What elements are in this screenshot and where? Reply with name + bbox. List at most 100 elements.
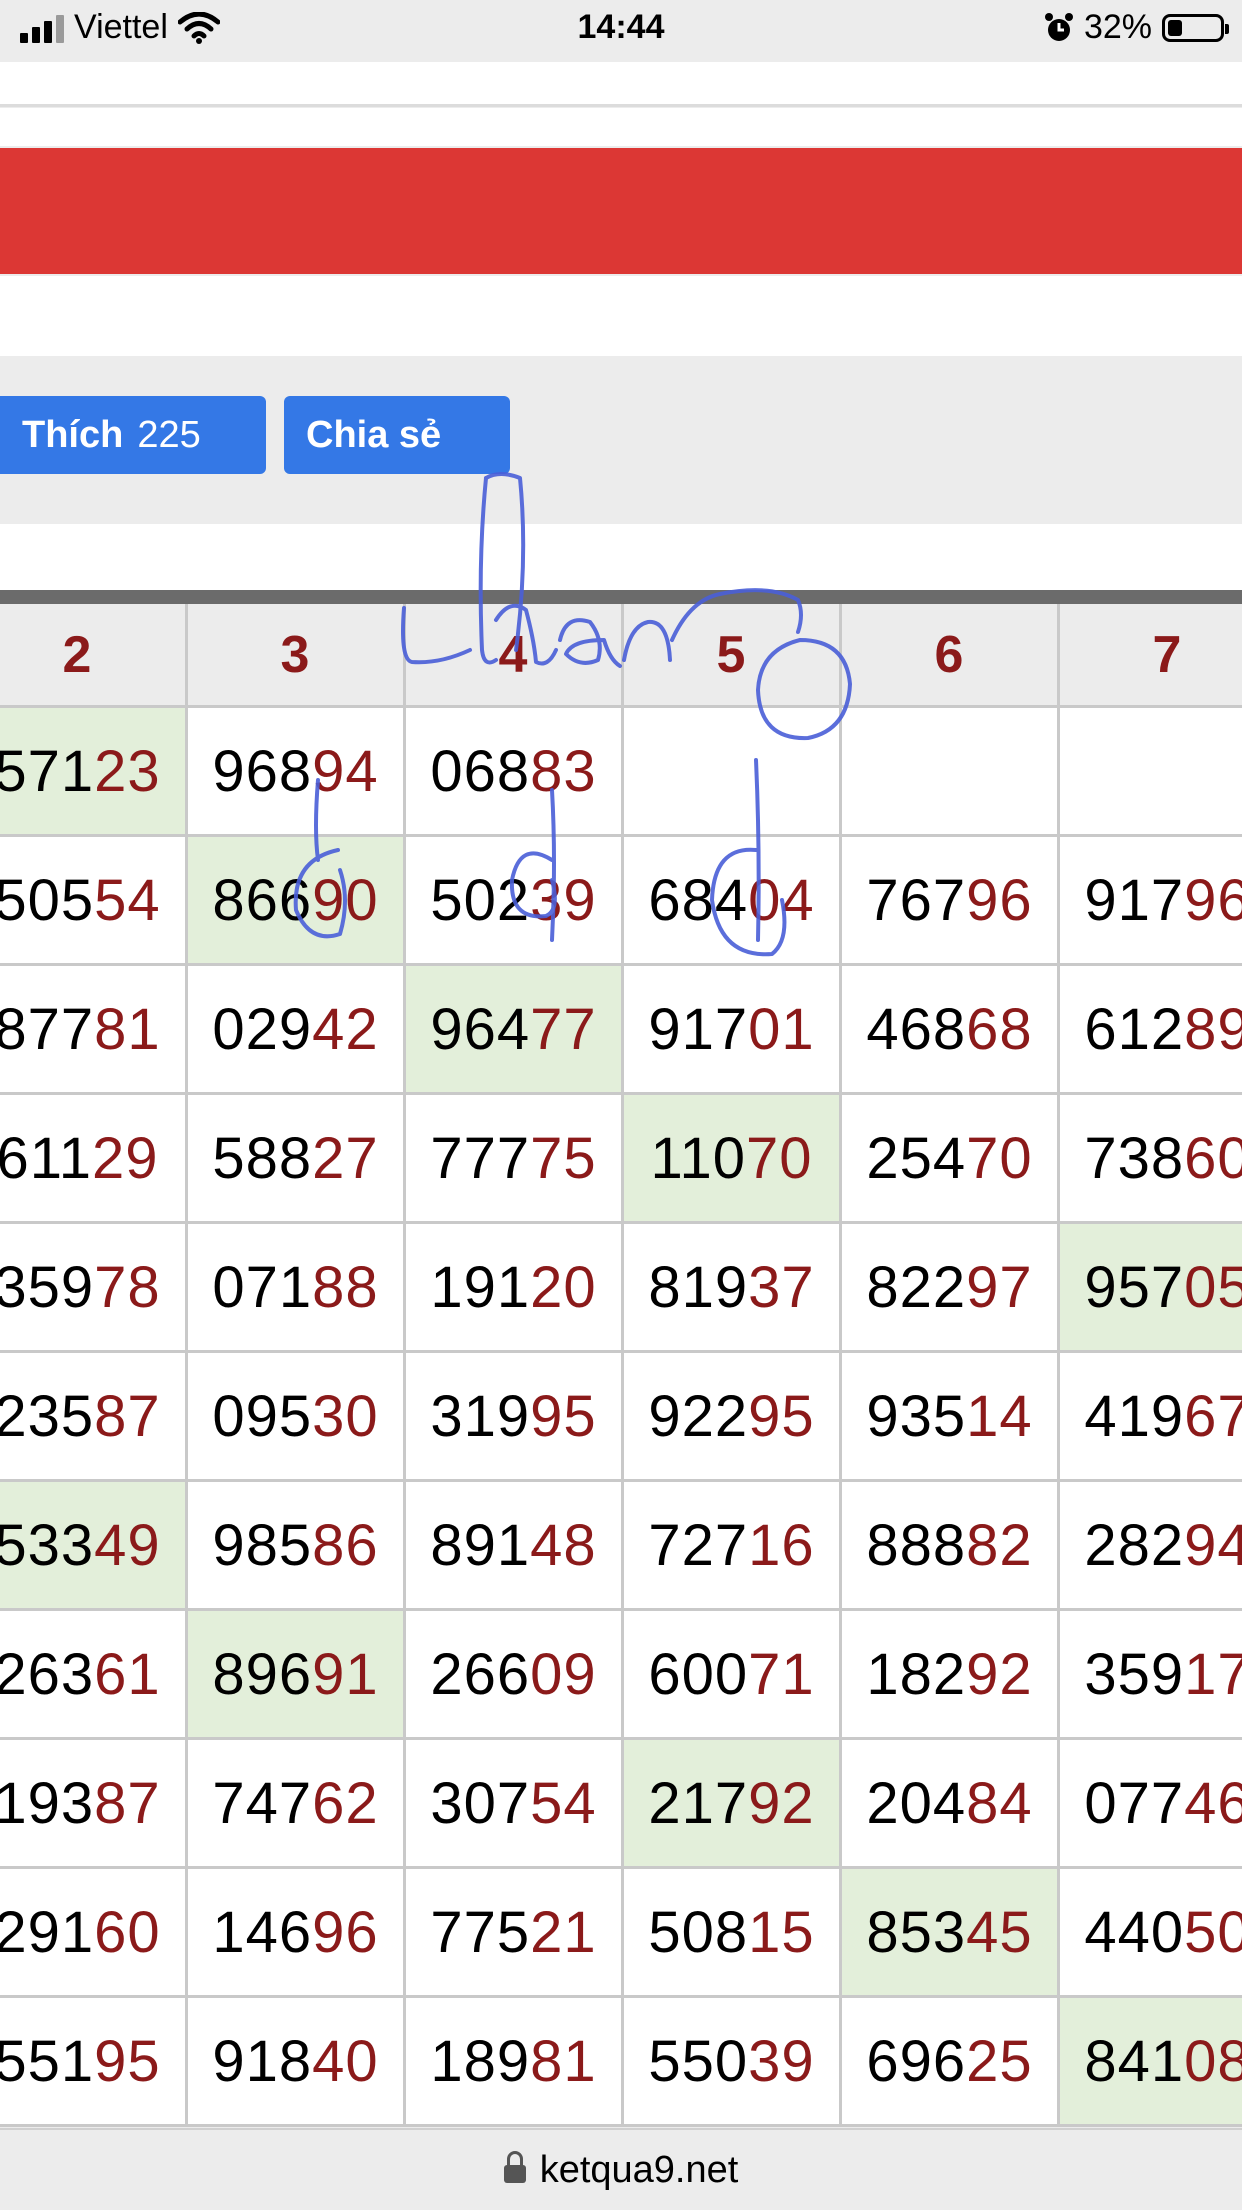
result-cell: 727 16 bbox=[624, 1482, 842, 1611]
like-count: 225 bbox=[137, 413, 201, 456]
result-cell bbox=[624, 708, 842, 837]
number-head: 266 bbox=[430, 1641, 531, 1707]
result-cell: 877 81 bbox=[0, 966, 188, 1095]
column-header: 3 bbox=[188, 604, 406, 708]
column-header: 6 bbox=[842, 604, 1060, 708]
number-head: 684 bbox=[648, 867, 749, 933]
number-head: 533 bbox=[0, 1512, 95, 1578]
number-tail: 27 bbox=[312, 1125, 379, 1191]
url-bar[interactable]: ketqua9.net bbox=[0, 2128, 1242, 2210]
result-cell: 957 05 bbox=[1060, 1224, 1242, 1353]
result-cell: 182 92 bbox=[842, 1611, 1060, 1740]
like-label: Thích bbox=[22, 413, 124, 456]
result-cell: 747 62 bbox=[188, 1740, 406, 1869]
number-tail: 09 bbox=[530, 1641, 597, 1707]
number-tail: 96 bbox=[966, 867, 1033, 933]
number-head: 550 bbox=[648, 2028, 749, 2094]
number-tail: 95 bbox=[94, 2028, 161, 2094]
number-head: 957 bbox=[1084, 1254, 1185, 1320]
number-tail: 87 bbox=[94, 1383, 161, 1449]
result-cell: 235 87 bbox=[0, 1353, 188, 1482]
number-tail: 81 bbox=[530, 2028, 597, 2094]
red-banner bbox=[0, 148, 1242, 274]
result-cell: 359 17 bbox=[1060, 1611, 1242, 1740]
number-head: 182 bbox=[866, 1641, 967, 1707]
result-cell: 191 20 bbox=[406, 1224, 624, 1353]
number-head: 612 bbox=[1084, 996, 1185, 1062]
result-cell: 775 21 bbox=[406, 1869, 624, 1998]
column-header: 5 bbox=[624, 604, 842, 708]
result-cell: 071 88 bbox=[188, 1224, 406, 1353]
result-cell: 319 95 bbox=[406, 1353, 624, 1482]
like-button[interactable]: Thích 225 bbox=[0, 396, 266, 474]
number-head: 866 bbox=[212, 867, 313, 933]
number-tail: 39 bbox=[530, 867, 597, 933]
number-tail: 81 bbox=[94, 996, 161, 1062]
number-head: 505 bbox=[0, 867, 95, 933]
number-tail: 48 bbox=[530, 1512, 597, 1578]
number-tail: 08 bbox=[1184, 2028, 1242, 2094]
number-head: 918 bbox=[212, 2028, 313, 2094]
result-cell: 095 30 bbox=[188, 1353, 406, 1482]
result-cell: 550 39 bbox=[624, 1998, 842, 2127]
number-tail: 70 bbox=[966, 1125, 1033, 1191]
number-tail: 68 bbox=[966, 996, 1033, 1062]
result-cell: 822 97 bbox=[842, 1224, 1060, 1353]
number-head: 600 bbox=[648, 1641, 749, 1707]
number-head: 775 bbox=[430, 1899, 531, 1965]
number-head: 571 bbox=[0, 738, 95, 804]
result-cell: 767 96 bbox=[842, 837, 1060, 966]
result-cell: 419 67 bbox=[1060, 1353, 1242, 1482]
number-head: 235 bbox=[0, 1383, 95, 1449]
number-tail: 82 bbox=[966, 1512, 1033, 1578]
number-head: 822 bbox=[866, 1254, 967, 1320]
result-cell: 505 54 bbox=[0, 837, 188, 966]
number-head: 095 bbox=[212, 1383, 313, 1449]
result-cell: 917 96 bbox=[1060, 837, 1242, 966]
number-head: 468 bbox=[866, 996, 967, 1062]
number-head: 888 bbox=[866, 1512, 967, 1578]
result-cell: 533 49 bbox=[0, 1482, 188, 1611]
result-cell: 282 94 bbox=[1060, 1482, 1242, 1611]
page-header-strip bbox=[0, 62, 1242, 107]
table-top-spacer bbox=[0, 524, 1242, 590]
number-head: 588 bbox=[212, 1125, 313, 1191]
number-head: 922 bbox=[648, 1383, 749, 1449]
number-tail: 61 bbox=[94, 1641, 161, 1707]
result-cell: 508 15 bbox=[624, 1869, 842, 1998]
result-cell bbox=[842, 708, 1060, 837]
number-tail: 15 bbox=[748, 1899, 815, 1965]
number-tail: 50 bbox=[1184, 1899, 1242, 1965]
number-tail: 77 bbox=[530, 996, 597, 1062]
result-cell: 551 95 bbox=[0, 1998, 188, 2127]
result-cell: 217 92 bbox=[624, 1740, 842, 1869]
result-cell: 204 84 bbox=[842, 1740, 1060, 1869]
number-head: 841 bbox=[1084, 2028, 1185, 2094]
result-cell: 917 01 bbox=[624, 966, 842, 1095]
number-head: 359 bbox=[1084, 1641, 1185, 1707]
status-bar: Viettel 14:44 32% bbox=[0, 0, 1242, 60]
number-head: 502 bbox=[430, 867, 531, 933]
number-head: 068 bbox=[430, 738, 531, 804]
result-cell: 612 89 bbox=[1060, 966, 1242, 1095]
battery-percent: 32% bbox=[1083, 8, 1152, 46]
result-cell: 841 08 bbox=[1060, 1998, 1242, 2127]
result-cell: 777 75 bbox=[406, 1095, 624, 1224]
column-header: 2 bbox=[0, 604, 188, 708]
number-tail: 14 bbox=[966, 1383, 1033, 1449]
result-cell: 502 39 bbox=[406, 837, 624, 966]
number-tail: 60 bbox=[1184, 1125, 1242, 1191]
column-header: 7 bbox=[1060, 604, 1242, 708]
result-cell: 819 37 bbox=[624, 1224, 842, 1353]
number-head: 891 bbox=[430, 1512, 531, 1578]
number-tail: 87 bbox=[94, 1770, 161, 1836]
table-top-border bbox=[0, 590, 1242, 604]
result-cell: 935 14 bbox=[842, 1353, 1060, 1482]
number-tail: 95 bbox=[530, 1383, 597, 1449]
number-head: 853 bbox=[866, 1899, 967, 1965]
share-button[interactable]: Chia sẻ bbox=[284, 396, 510, 474]
number-tail: 20 bbox=[530, 1254, 597, 1320]
result-cell: 110 70 bbox=[624, 1095, 842, 1224]
url-text: ketqua9.net bbox=[539, 2148, 739, 2191]
number-head: 738 bbox=[1084, 1125, 1185, 1191]
